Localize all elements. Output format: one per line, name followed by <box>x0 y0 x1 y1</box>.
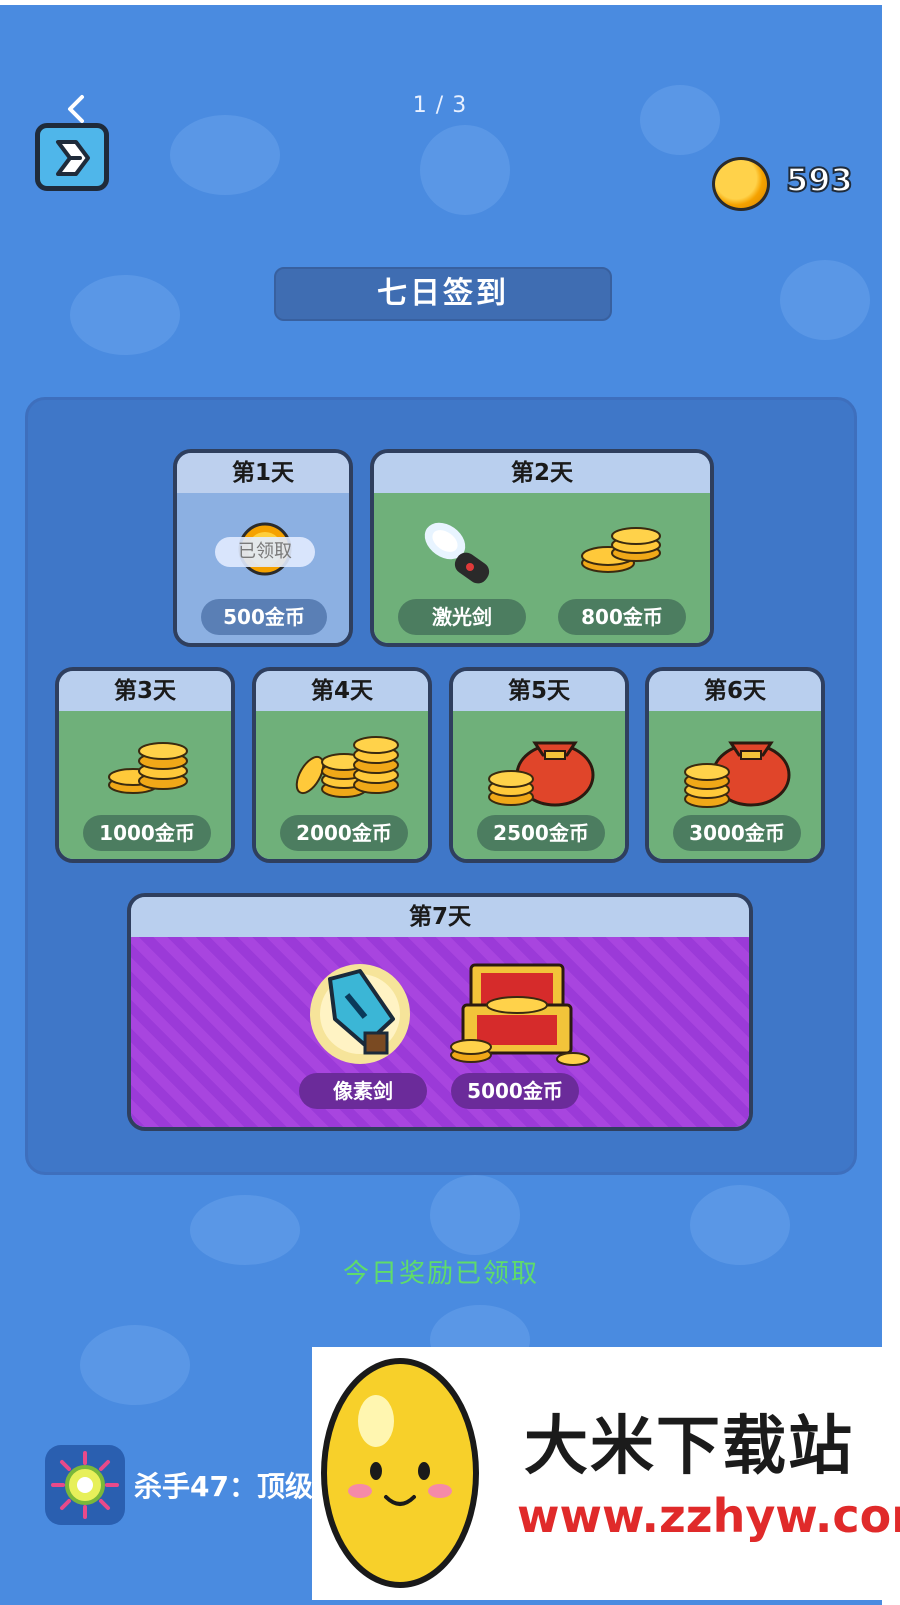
exit-button[interactable] <box>35 123 109 191</box>
coin-stack-icon <box>108 742 188 794</box>
gold-coin-icon <box>712 157 770 211</box>
day-label: 第1天 <box>177 453 349 493</box>
claimed-badge: 已领取 <box>215 537 315 567</box>
day-label: 第5天 <box>453 671 625 711</box>
background-blob <box>420 125 510 215</box>
coin-count: 593 <box>785 160 854 200</box>
treasure-chest-icon <box>450 963 590 1066</box>
background-blob <box>640 85 720 155</box>
laser-sword-icon <box>424 522 490 584</box>
day-card-3[interactable]: 第3天 1000金币 <box>55 667 235 863</box>
day-card-5[interactable]: 第5天 2500金币 <box>449 667 629 863</box>
day-label: 第2天 <box>374 453 710 493</box>
reward-label: 激光剑 <box>398 599 526 635</box>
reward-label: 1000金币 <box>83 815 211 851</box>
exit-arrow-icon <box>56 140 90 176</box>
reward-label: 2500金币 <box>477 815 605 851</box>
reward-label: 500金币 <box>201 599 327 635</box>
watermark-title: 大米下载站 <box>524 1410 854 1484</box>
coin-stack-icon <box>295 736 399 798</box>
coin-bag-icon <box>488 741 595 807</box>
background-blob <box>170 115 280 195</box>
reward-label: 像素剑 <box>299 1073 427 1109</box>
day-card-2[interactable]: 第2天 激光剑 800金币 <box>370 449 714 647</box>
coin-balance: 593 <box>712 155 872 215</box>
day-card-1[interactable]: 第1天 已领取 500金币 <box>173 449 353 647</box>
page-title: 七日签到 <box>274 267 612 321</box>
coin-bag-icon <box>684 741 791 808</box>
app-icon[interactable] <box>45 1445 125 1525</box>
background-blob <box>80 1325 190 1405</box>
day-label: 第6天 <box>649 671 821 711</box>
background-blob <box>70 275 180 355</box>
reward-label: 800金币 <box>558 599 686 635</box>
page-indicator: 1 / 3 <box>412 93 468 118</box>
background-blob <box>430 1175 520 1255</box>
watermark-banner: 大米下载站 www.zzhyw.com <box>312 1347 900 1600</box>
day-card-7[interactable]: 第7天 像素剑 5000金币 <box>127 893 753 1131</box>
reward-label: 3000金币 <box>673 815 801 851</box>
day-label: 第3天 <box>59 671 231 711</box>
reward-label: 5000金币 <box>451 1073 579 1109</box>
watermark-url: www.zzhyw.com <box>517 1489 900 1543</box>
day-card-4[interactable]: 第4天 2000金币 <box>252 667 432 863</box>
day-label: 第7天 <box>131 897 749 937</box>
virus-icon <box>51 1451 119 1519</box>
pixel-sword-icon <box>310 964 410 1064</box>
claim-status-text: 今日奖励已领取 <box>342 1259 539 1289</box>
day-card-6[interactable]: 第6天 3000金币 <box>645 667 825 863</box>
day-label: 第4天 <box>256 671 428 711</box>
rice-mascot-icon <box>321 1358 479 1588</box>
reward-label: 2000金币 <box>280 815 408 851</box>
coin-stack-icon <box>581 527 661 573</box>
background-blob <box>780 260 870 340</box>
app-name: 杀手47：顶级 <box>134 1470 313 1503</box>
